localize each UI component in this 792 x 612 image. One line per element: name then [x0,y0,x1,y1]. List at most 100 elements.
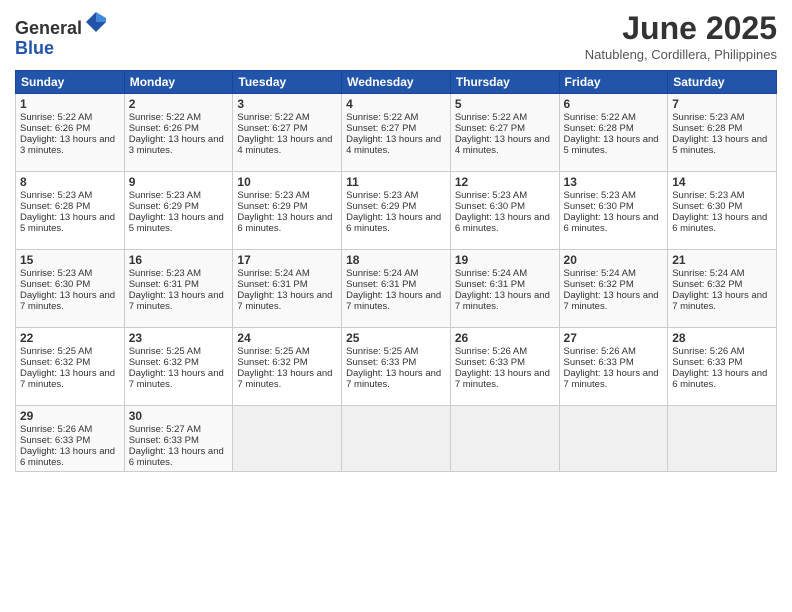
day-number: 28 [672,331,772,345]
sunset-label: Sunset: 6:32 PM [564,279,634,290]
sunset-label: Sunset: 6:29 PM [346,201,416,212]
table-row: 27 Sunrise: 5:26 AM Sunset: 6:33 PM Dayl… [559,328,668,406]
sunrise-label: Sunrise: 5:22 AM [455,112,527,123]
sunset-label: Sunset: 6:32 PM [129,357,199,368]
daylight-label: Daylight: 13 hours and 7 minutes. [129,290,224,312]
table-row: 29 Sunrise: 5:26 AM Sunset: 6:33 PM Dayl… [16,406,125,472]
sunrise-label: Sunrise: 5:22 AM [346,112,418,123]
daylight-label: Daylight: 13 hours and 6 minutes. [129,446,224,468]
sunrise-label: Sunrise: 5:24 AM [237,268,309,279]
table-row: 8 Sunrise: 5:23 AM Sunset: 6:28 PM Dayli… [16,172,125,250]
sunrise-label: Sunrise: 5:23 AM [237,190,309,201]
sunrise-label: Sunrise: 5:25 AM [129,346,201,357]
day-number: 3 [237,97,337,111]
table-row: 28 Sunrise: 5:26 AM Sunset: 6:33 PM Dayl… [668,328,777,406]
sunrise-label: Sunrise: 5:23 AM [20,190,92,201]
table-row [668,406,777,472]
sunset-label: Sunset: 6:32 PM [20,357,90,368]
daylight-label: Daylight: 13 hours and 6 minutes. [237,212,332,234]
daylight-label: Daylight: 13 hours and 7 minutes. [346,290,441,312]
sunset-label: Sunset: 6:33 PM [20,435,90,446]
location: Natubleng, Cordillera, Philippines [585,47,777,62]
sunset-label: Sunset: 6:30 PM [672,201,742,212]
daylight-label: Daylight: 13 hours and 7 minutes. [672,290,767,312]
table-row: 3 Sunrise: 5:22 AM Sunset: 6:27 PM Dayli… [233,94,342,172]
table-row: 20 Sunrise: 5:24 AM Sunset: 6:32 PM Dayl… [559,250,668,328]
sunset-label: Sunset: 6:28 PM [20,201,90,212]
sunrise-label: Sunrise: 5:23 AM [564,190,636,201]
day-number: 12 [455,175,555,189]
sunset-label: Sunset: 6:27 PM [455,123,525,134]
table-row: 10 Sunrise: 5:23 AM Sunset: 6:29 PM Dayl… [233,172,342,250]
table-row: 25 Sunrise: 5:25 AM Sunset: 6:33 PM Dayl… [342,328,451,406]
sunset-label: Sunset: 6:31 PM [237,279,307,290]
table-row: 15 Sunrise: 5:23 AM Sunset: 6:30 PM Dayl… [16,250,125,328]
table-row: 23 Sunrise: 5:25 AM Sunset: 6:32 PM Dayl… [124,328,233,406]
sunrise-label: Sunrise: 5:26 AM [455,346,527,357]
sunrise-label: Sunrise: 5:23 AM [129,190,201,201]
day-number: 6 [564,97,664,111]
sunrise-label: Sunrise: 5:25 AM [237,346,309,357]
table-row: 17 Sunrise: 5:24 AM Sunset: 6:31 PM Dayl… [233,250,342,328]
sunset-label: Sunset: 6:32 PM [672,279,742,290]
daylight-label: Daylight: 13 hours and 7 minutes. [346,368,441,390]
sunrise-label: Sunrise: 5:26 AM [564,346,636,357]
table-row: 13 Sunrise: 5:23 AM Sunset: 6:30 PM Dayl… [559,172,668,250]
table-row: 22 Sunrise: 5:25 AM Sunset: 6:32 PM Dayl… [16,328,125,406]
table-row: 4 Sunrise: 5:22 AM Sunset: 6:27 PM Dayli… [342,94,451,172]
sunset-label: Sunset: 6:28 PM [564,123,634,134]
sunset-label: Sunset: 6:30 PM [564,201,634,212]
day-number: 24 [237,331,337,345]
day-number: 2 [129,97,229,111]
month-title: June 2025 [585,10,777,47]
daylight-label: Daylight: 13 hours and 7 minutes. [20,290,115,312]
header: General Blue June 2025 Natubleng, Cordil… [15,10,777,62]
calendar: Sunday Monday Tuesday Wednesday Thursday… [15,70,777,472]
logo-icon [84,10,108,34]
daylight-label: Daylight: 13 hours and 4 minutes. [455,134,550,156]
day-number: 9 [129,175,229,189]
sunrise-label: Sunrise: 5:25 AM [346,346,418,357]
table-row: 26 Sunrise: 5:26 AM Sunset: 6:33 PM Dayl… [450,328,559,406]
sunset-label: Sunset: 6:26 PM [129,123,199,134]
sunrise-label: Sunrise: 5:23 AM [672,190,744,201]
sunrise-label: Sunrise: 5:22 AM [20,112,92,123]
col-tuesday: Tuesday [233,71,342,94]
daylight-label: Daylight: 13 hours and 5 minutes. [672,134,767,156]
title-section: June 2025 Natubleng, Cordillera, Philipp… [585,10,777,62]
sunset-label: Sunset: 6:29 PM [129,201,199,212]
daylight-label: Daylight: 13 hours and 7 minutes. [564,290,659,312]
sunset-label: Sunset: 6:33 PM [672,357,742,368]
daylight-label: Daylight: 13 hours and 7 minutes. [564,368,659,390]
table-row: 12 Sunrise: 5:23 AM Sunset: 6:30 PM Dayl… [450,172,559,250]
daylight-label: Daylight: 13 hours and 7 minutes. [455,368,550,390]
logo-blue-text: Blue [15,39,108,59]
day-number: 4 [346,97,446,111]
day-number: 13 [564,175,664,189]
daylight-label: Daylight: 13 hours and 7 minutes. [455,290,550,312]
sunrise-label: Sunrise: 5:23 AM [455,190,527,201]
daylight-label: Daylight: 13 hours and 6 minutes. [20,446,115,468]
table-row: 16 Sunrise: 5:23 AM Sunset: 6:31 PM Dayl… [124,250,233,328]
table-row: 19 Sunrise: 5:24 AM Sunset: 6:31 PM Dayl… [450,250,559,328]
sunset-label: Sunset: 6:30 PM [20,279,90,290]
sunrise-label: Sunrise: 5:22 AM [564,112,636,123]
table-row: 24 Sunrise: 5:25 AM Sunset: 6:32 PM Dayl… [233,328,342,406]
day-number: 25 [346,331,446,345]
sunrise-label: Sunrise: 5:26 AM [20,424,92,435]
table-row: 18 Sunrise: 5:24 AM Sunset: 6:31 PM Dayl… [342,250,451,328]
sunset-label: Sunset: 6:29 PM [237,201,307,212]
daylight-label: Daylight: 13 hours and 7 minutes. [237,368,332,390]
sunset-label: Sunset: 6:31 PM [455,279,525,290]
table-row [233,406,342,472]
sunrise-label: Sunrise: 5:27 AM [129,424,201,435]
day-number: 1 [20,97,120,111]
sunrise-label: Sunrise: 5:22 AM [237,112,309,123]
day-number: 22 [20,331,120,345]
col-sunday: Sunday [16,71,125,94]
sunrise-label: Sunrise: 5:26 AM [672,346,744,357]
daylight-label: Daylight: 13 hours and 4 minutes. [346,134,441,156]
day-number: 20 [564,253,664,267]
sunset-label: Sunset: 6:30 PM [455,201,525,212]
table-row: 14 Sunrise: 5:23 AM Sunset: 6:30 PM Dayl… [668,172,777,250]
